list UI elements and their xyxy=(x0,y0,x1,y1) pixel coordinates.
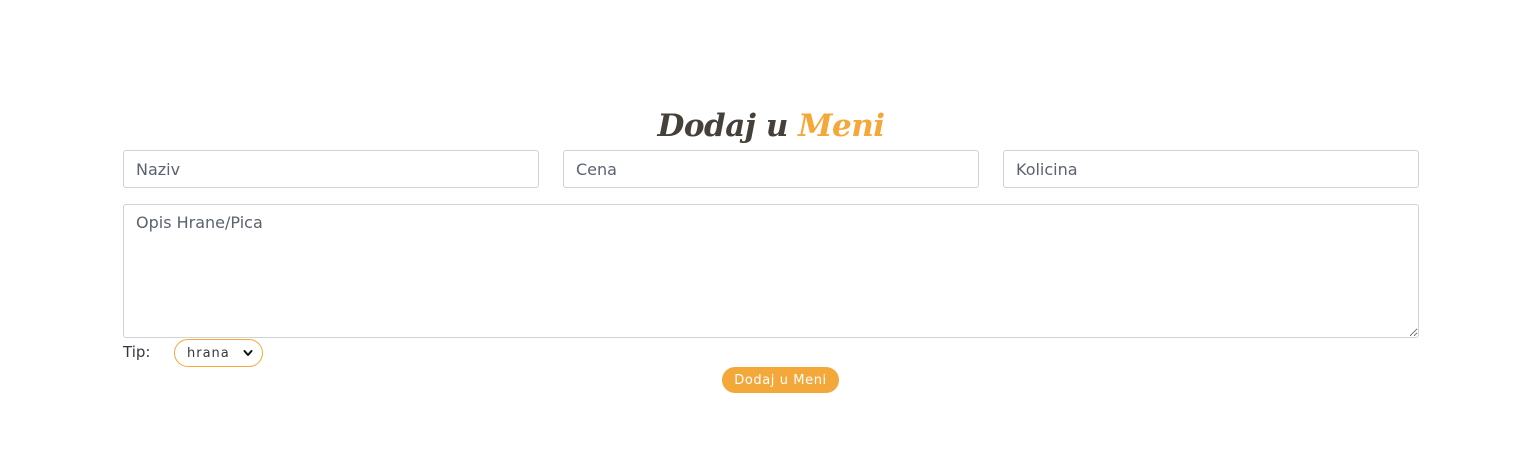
kolicina-input[interactable] xyxy=(1003,150,1419,188)
naziv-input[interactable] xyxy=(123,150,539,188)
page-title: Dodaj u Meni xyxy=(0,104,1518,148)
cena-input[interactable] xyxy=(563,150,979,188)
tip-select[interactable]: hrana xyxy=(174,339,263,367)
tip-selected-value: hrana xyxy=(187,345,230,361)
opis-textarea[interactable] xyxy=(123,204,1419,338)
chevron-down-icon xyxy=(243,350,253,356)
tip-label: Tip: xyxy=(123,343,151,361)
dodaj-u-meni-button[interactable]: Dodaj u Meni xyxy=(722,367,839,393)
title-part-meni: Meni xyxy=(798,107,885,144)
title-part-dodaj: Dodaj u xyxy=(657,107,788,144)
